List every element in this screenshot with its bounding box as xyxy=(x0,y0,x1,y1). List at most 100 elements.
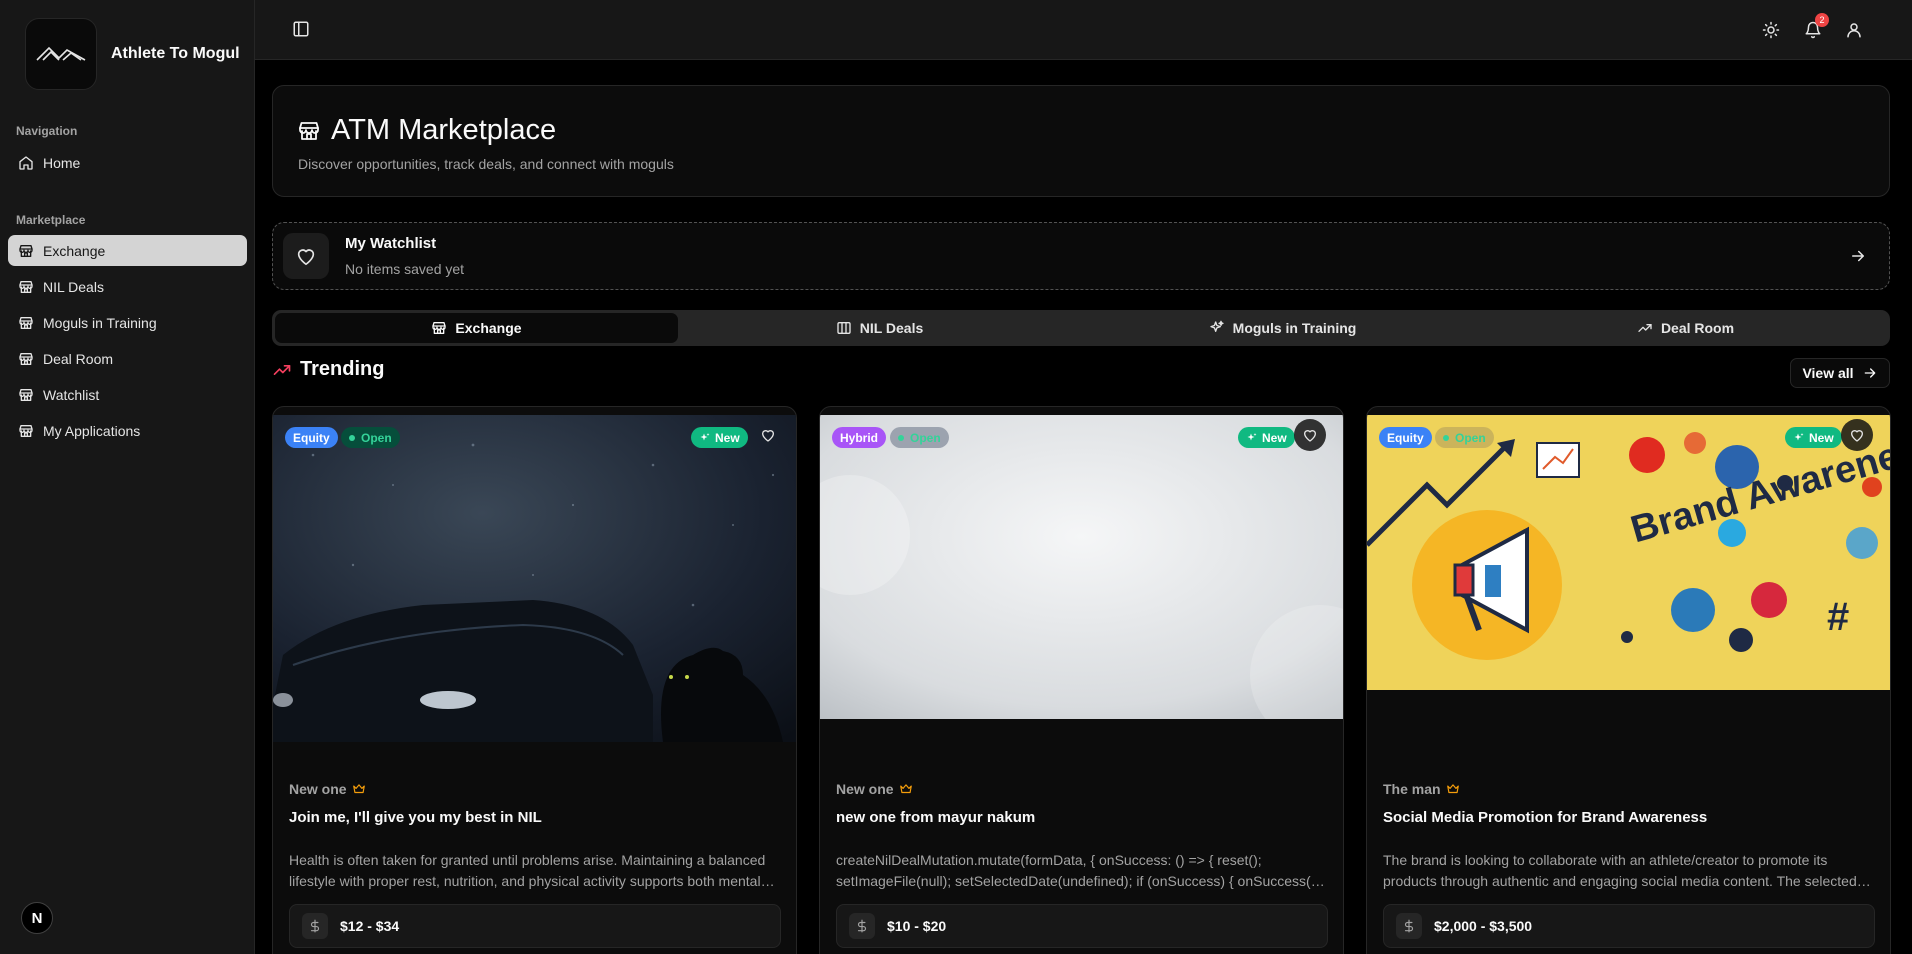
brand[interactable]: Athlete To Mogul xyxy=(25,18,240,90)
user-icon[interactable] xyxy=(1845,21,1865,41)
price-range: $2,000 - $3,500 xyxy=(1434,918,1533,934)
tab-nil-deals[interactable]: NIL Deals xyxy=(678,313,1081,343)
topbar xyxy=(255,0,1912,60)
status-badge: Open xyxy=(890,427,949,448)
status-label: Open xyxy=(910,430,941,445)
store-icon xyxy=(297,119,321,143)
sidebar-item-exchange[interactable]: Exchange xyxy=(8,235,247,266)
view-all-label: View all xyxy=(1802,365,1854,381)
sidebar-item-label: Exchange xyxy=(43,242,106,259)
status-dot xyxy=(1443,434,1449,441)
marketplace-header: ATM Marketplace Discover opportunities, … xyxy=(272,85,1890,197)
deal-type-badge: Equity xyxy=(1379,427,1432,448)
store-icon xyxy=(18,315,34,331)
watchlist-card[interactable]: My Watchlist No items saved yet xyxy=(272,222,1890,290)
sidebar-item-label: My Applications xyxy=(43,422,141,439)
store-icon xyxy=(18,351,34,367)
card-title[interactable]: Join me, I'll give you my best in NIL xyxy=(289,809,542,826)
trending-heading: Trending xyxy=(272,358,384,381)
card-image xyxy=(820,415,1343,745)
price-range: $12 - $34 xyxy=(340,918,400,934)
nav-group-label-marketplace: Marketplace xyxy=(16,213,86,227)
page-subtitle: Discover opportunities, track deals, and… xyxy=(298,156,674,172)
tab-label: Moguls in Training xyxy=(1232,320,1357,336)
sidebar-item-label: Watchlist xyxy=(43,386,100,403)
tab-deal-room[interactable]: Deal Room xyxy=(1484,313,1887,343)
trending-up-icon xyxy=(272,360,292,380)
card-description: createNilDealMutation.mutate(formData, {… xyxy=(836,852,1328,889)
favorite-heart-icon[interactable] xyxy=(1841,419,1873,451)
favorite-heart-icon[interactable] xyxy=(1294,419,1326,451)
sidebar-item-watchlist[interactable]: Watchlist xyxy=(8,379,247,410)
trending-up-icon xyxy=(1637,320,1653,336)
crown-icon xyxy=(899,782,913,796)
card-image: Brand Awareness # xyxy=(1367,415,1890,695)
favorite-heart-icon[interactable] xyxy=(752,419,784,451)
columns-icon xyxy=(836,320,852,336)
watchlist-title: My Watchlist xyxy=(345,235,437,252)
arrow-right-icon xyxy=(1862,365,1878,381)
sidebar: Athlete To Mogul Navigation Home Marketp… xyxy=(0,0,255,954)
home-icon xyxy=(18,155,34,171)
status-label: Open xyxy=(361,430,392,445)
svg-text:#: # xyxy=(1827,595,1849,639)
store-icon xyxy=(18,243,34,259)
author-name: The man xyxy=(1383,781,1441,797)
status-badge: Open xyxy=(341,427,400,448)
sidebar-item-moguls-in-training[interactable]: Moguls in Training xyxy=(8,307,247,338)
trending-title: Trending xyxy=(300,358,385,380)
card-title[interactable]: new one from mayur nakum xyxy=(836,809,1035,826)
app-root: Athlete To Mogul Navigation Home Marketp… xyxy=(0,0,1912,954)
status-badge: Open xyxy=(1435,427,1494,448)
page-title-row: ATM Marketplace xyxy=(297,114,556,147)
new-label: New xyxy=(715,430,740,445)
sidebar-item-label: NIL Deals xyxy=(43,278,104,295)
card-price: $10 - $20 xyxy=(836,904,1328,948)
card-price: $2,000 - $3,500 xyxy=(1383,904,1875,948)
nextjs-badge[interactable]: N xyxy=(21,902,53,934)
dollar-icon xyxy=(849,913,875,939)
card-description: Health is often taken for granted until … xyxy=(289,852,766,889)
crown-icon xyxy=(352,782,366,796)
new-badge: New xyxy=(1238,427,1295,448)
dollar-icon xyxy=(302,913,328,939)
sidebar-item-home[interactable]: Home xyxy=(8,147,247,178)
deal-type-badge: Hybrid xyxy=(832,427,887,448)
store-icon xyxy=(18,387,34,403)
tab-label: NIL Deals xyxy=(859,320,924,336)
tab-moguls-in-training[interactable]: Moguls in Training xyxy=(1081,313,1484,343)
page-title: ATM Marketplace xyxy=(331,114,557,146)
brand-logo-icon xyxy=(25,18,97,90)
deal-type-badge: Equity xyxy=(285,427,338,448)
deal-card[interactable]: Equity Open New New one Join me, I'll gi… xyxy=(272,406,797,954)
sidebar-item-deal-room[interactable]: Deal Room xyxy=(8,343,247,374)
heart-icon xyxy=(283,233,329,279)
tab-exchange[interactable]: Exchange xyxy=(275,313,678,343)
sparkles-icon xyxy=(699,432,711,444)
card-description: The brand is looking to collaborate with… xyxy=(1383,852,1857,889)
dollar-icon xyxy=(1396,913,1422,939)
store-icon xyxy=(431,320,447,336)
card-price: $12 - $34 xyxy=(289,904,781,948)
sidebar-toggle-icon[interactable] xyxy=(292,20,312,40)
theme-toggle-sun-icon[interactable] xyxy=(1762,21,1782,41)
new-badge: New xyxy=(691,427,748,448)
tab-label: Exchange xyxy=(455,320,522,336)
new-badge: New xyxy=(1785,427,1842,448)
deal-card[interactable]: Hybrid Open New New one new one from may… xyxy=(819,406,1344,954)
new-label: New xyxy=(1262,430,1287,445)
new-label: New xyxy=(1809,430,1834,445)
author-name: New one xyxy=(836,781,894,797)
sparkles-icon xyxy=(1209,320,1225,336)
arrow-right-icon xyxy=(1849,247,1869,267)
sidebar-item-label: Moguls in Training xyxy=(43,314,157,331)
card-title[interactable]: Social Media Promotion for Brand Awarene… xyxy=(1383,809,1707,826)
sidebar-item-nil-deals[interactable]: NIL Deals xyxy=(8,271,247,302)
marketplace-tabs: Exchange NIL Deals Moguls in Training De… xyxy=(272,310,1890,346)
deal-card[interactable]: Brand Awareness # Equity Open New The ma… xyxy=(1366,406,1891,954)
card-author: New one xyxy=(289,781,366,797)
sparkles-icon xyxy=(1246,432,1258,444)
view-all-button[interactable]: View all xyxy=(1790,358,1890,388)
tab-label: Deal Room xyxy=(1660,320,1735,336)
sidebar-item-my-applications[interactable]: My Applications xyxy=(8,415,247,446)
